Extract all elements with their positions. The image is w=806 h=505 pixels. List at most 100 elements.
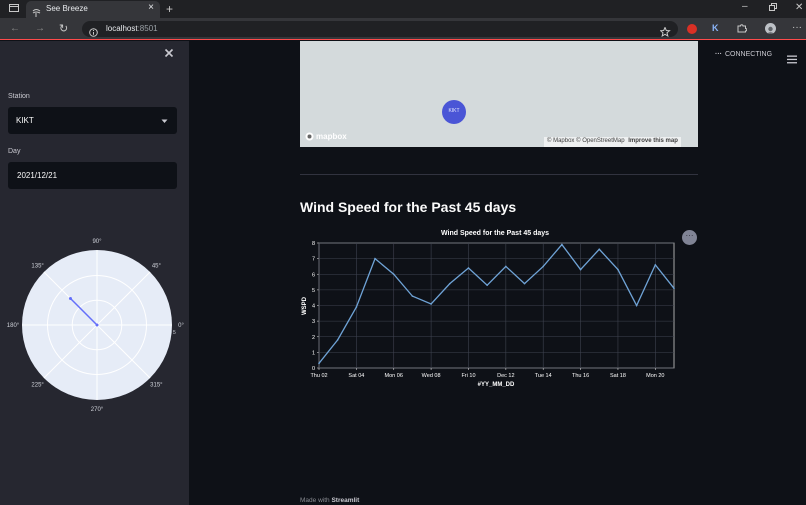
polar-angle-label: 135° [31,264,44,270]
y-tick-label: 2 [312,335,315,341]
wspd-data-point [654,264,657,266]
streamlit-link[interactable]: Streamlit [331,497,359,504]
site-info-icon[interactable] [89,24,98,42]
x-tick-label: Thu 16 [572,373,589,379]
favicon-icon [32,4,41,17]
profile-k-icon[interactable]: K [712,23,719,33]
wind-direction-polar-chart: 90° 45° 0° 315° 270° 225° 180° 135° 5 [7,239,185,413]
chart-ylabel: WSPD [302,296,308,315]
polar-angle-label: 270° [91,407,104,413]
x-tick-label: Fri 10 [461,373,475,379]
wspd-data-point [673,287,675,290]
wspd-data-point [523,282,526,285]
x-tick-label: Mon 06 [385,373,403,379]
section-heading: Wind Speed for the Past 45 days [300,199,517,215]
station-marker[interactable]: KIKT [442,100,466,124]
chart-xlabel: #YY_MM_DD [478,382,515,388]
close-window-icon[interactable]: ✕ [795,2,803,13]
x-tick-label: Mon 20 [646,373,664,379]
browser-tab[interactable]: See Breeze × [26,1,160,18]
y-tick-label: 5 [312,288,315,294]
x-tick-label: Sat 18 [610,373,626,379]
marker-label: KIKT [448,108,460,114]
wspd-data-point [392,273,395,276]
wspd-data-point [635,304,638,307]
extension-icon[interactable] [687,24,697,34]
polar-radial-tick: 5 [173,330,176,336]
hamburger-menu-icon[interactable] [787,51,797,69]
polar-angle-label: 45° [152,264,162,270]
day-input-value: 2021/12/21 [17,171,58,180]
chart-menu-button[interactable]: ··· [682,230,697,245]
x-tick-label: Dec 12 [497,373,514,379]
wspd-data-point [336,339,339,341]
favorites-icon[interactable] [659,24,671,42]
section-divider [300,174,698,175]
x-tick-label: Tue 14 [535,373,552,379]
attribution-text[interactable]: © Mapbox © OpenStreetMap [547,138,625,144]
polar-angle-label: 90° [92,239,102,245]
browser-menu-icon[interactable]: ··· [792,22,802,33]
footer-prefix: Made with [300,497,332,504]
x-tick-label: Wed 08 [422,373,441,379]
station-label: Station [8,93,30,100]
status-dots-icon: ··· [715,51,722,58]
map-attribution: © Mapbox © OpenStreetMap Improve this ma… [544,137,681,147]
extensions-puzzle-icon[interactable] [737,23,748,36]
minimize-icon[interactable]: – [742,1,748,12]
chevron-down-icon [161,117,168,126]
polar-angle-label: 315° [150,382,163,388]
wspd-data-point [448,282,451,285]
y-tick-label: 1 [312,350,315,356]
wspd-data-point [355,306,358,308]
wspd-data-point [617,268,619,271]
restore-icon[interactable] [769,3,777,14]
profile-avatar-icon[interactable] [765,23,776,34]
day-label: Day [8,148,21,155]
y-tick-label: 6 [312,272,315,278]
wind-speed-line-chart: Wind Speed for the Past 45 days WSPD #YY… [302,230,675,388]
tab-actions-icon[interactable] [9,3,19,16]
day-date-input[interactable]: 2021/12/21 [8,162,177,189]
wspd-data-point [598,248,601,251]
wspd-data-point [411,295,414,297]
y-tick-label: 0 [312,366,315,372]
improve-map-link[interactable]: Improve this map [628,138,678,144]
mapbox-logo: mapbox [305,132,347,141]
polar-angle-label: 225° [31,382,44,388]
back-icon[interactable]: ← [10,23,20,34]
station-select[interactable]: KIKT [8,107,177,134]
url-text: localhost:8501 [106,24,158,33]
x-tick-label: Thu 02 [310,373,327,379]
station-select-value: KIKT [16,116,34,125]
new-tab-icon[interactable]: + [166,2,173,16]
y-tick-label: 8 [312,241,315,247]
wind-direction-point [68,296,72,300]
polar-angle-label: 180° [7,323,20,329]
connection-status-text: CONNECTING [725,51,773,58]
connection-status: ··· CONNECTING [715,51,772,58]
wind-direction-origin [95,323,99,327]
forward-icon[interactable]: → [35,23,45,34]
wspd-data-point [486,284,488,286]
close-sidebar-icon[interactable] [164,45,174,63]
tab-close-icon[interactable]: × [148,2,154,13]
mapbox-logo-text: mapbox [316,132,347,141]
wspd-data-point [318,362,320,365]
x-tick-label: Sat 04 [348,373,364,379]
station-map[interactable]: KIKT mapbox © Mapbox © OpenStreetMap Imp… [300,41,698,147]
y-tick-label: 7 [312,257,315,263]
polar-angle-label: 0° [178,323,184,329]
y-tick-label: 4 [312,304,315,310]
wspd-data-point [374,257,376,260]
reload-icon[interactable]: ↻ [59,22,68,35]
wspd-series-line [318,243,675,364]
wspd-data-point [561,243,563,246]
address-bar[interactable]: localhost:8501 [82,21,678,38]
wspd-data-point [430,303,432,305]
chart-title: Wind Speed for the Past 45 days [441,230,549,237]
wspd-data-point [505,265,507,268]
footer: Made with Streamlit [300,497,359,504]
mapbox-logo-icon [305,132,314,141]
tab-title: See Breeze [46,4,88,13]
